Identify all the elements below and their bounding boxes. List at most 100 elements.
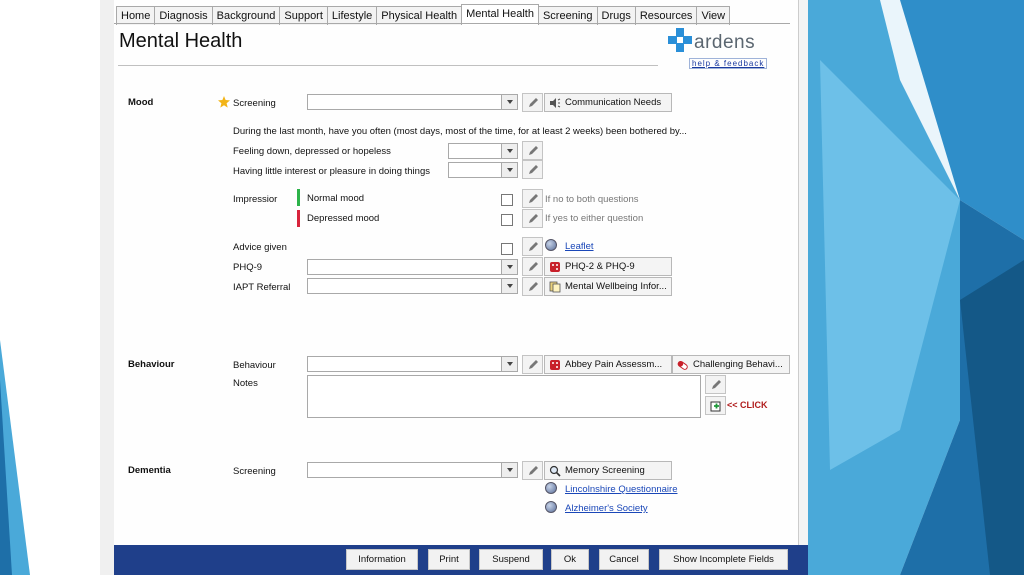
document-add-icon [710,401,720,411]
iapt-referral-label: IAPT Referral [233,282,291,293]
phq-2-and-9-button[interactable]: PHQ-2 & PHQ-9 [544,257,672,276]
mood-screening-label: Screening [233,98,276,109]
pencil-icon [528,213,538,223]
iapt-edit-button[interactable] [522,277,543,296]
pencil-icon [528,164,538,174]
title-divider [118,65,658,66]
pill-icon [677,359,689,371]
cancel-button[interactable]: Cancel [599,549,649,570]
show-incomplete-fields-button[interactable]: Show Incomplete Fields [659,549,788,570]
depressed-mood-checkbox[interactable] [501,214,513,226]
abbey-pain-assessment-button[interactable]: Abbey Pain Assessm... [544,355,672,374]
section-mood: Mood [128,97,154,108]
section-dementia: Dementia [128,465,171,476]
normal-mood-checkbox[interactable] [501,194,513,206]
phq9-label: PHQ-9 [233,262,263,273]
communication-needs-button[interactable]: Communication Needs [544,93,672,112]
chevron-down-icon [501,463,517,477]
help-feedback-link[interactable]: help & feedback [689,58,768,69]
behaviour-dropdown[interactable] [307,356,518,372]
chevron-down-icon [501,279,517,293]
advice-given-checkbox[interactable] [501,243,513,255]
depressed-mood-label: Depressed mood [307,213,380,224]
notes-template-button[interactable] [705,396,726,415]
depressed-mood-color-bar [297,210,300,227]
little-interest-dropdown[interactable] [448,162,518,178]
documents-icon [549,281,561,293]
speaker-icon [549,97,561,109]
normal-mood-edit-button[interactable] [522,189,543,208]
pencil-icon [528,261,538,271]
globe-icon [545,482,557,494]
normal-mood-color-bar [297,189,300,206]
phq9-edit-button[interactable] [522,257,543,276]
challenging-behaviour-button[interactable]: Challenging Behavi... [672,355,790,374]
globe-icon [545,501,557,513]
pencil-icon [528,281,538,291]
ok-button[interactable]: Ok [551,549,589,570]
abbey-pain-label: Abbey Pain Assessm... [565,359,663,370]
dice-icon [549,359,561,371]
pencil-icon [528,145,538,155]
memory-screening-button[interactable]: Memory Screening [544,461,672,480]
dementia-screening-label: Screening [233,466,276,477]
behaviour-label: Behaviour [233,360,276,371]
challenging-behaviour-label: Challenging Behavi... [693,359,783,370]
chevron-down-icon [501,163,517,177]
notes-edit-button[interactable] [705,375,726,394]
chevron-down-icon [501,260,517,274]
pencil-icon [528,97,538,107]
alzheimers-society-link[interactable]: Alzheimer's Society [565,503,648,514]
ardens-cross-icon [668,28,692,52]
globe-icon [545,239,557,251]
dice-icon [549,261,561,273]
ardens-mental-health-window: Home Diagnosis Background Support Lifest… [114,0,808,575]
mental-wellbeing-label: Mental Wellbeing Infor... [565,281,667,292]
dementia-screening-dropdown[interactable] [307,462,518,478]
notes-textarea[interactable] [307,375,701,418]
impression-label: Impressior [233,194,278,205]
magnifier-icon [549,465,561,477]
dementia-edit-button[interactable] [522,461,543,480]
section-behaviour: Behaviour [128,359,175,370]
feeling-down-dropdown[interactable] [448,143,518,159]
behaviour-edit-button[interactable] [522,355,543,374]
pencil-icon [528,193,538,203]
mood-question-text: During the last month, have you often (m… [233,126,687,137]
notes-label: Notes [233,378,258,389]
tab-bar: Home Diagnosis Background Support Lifest… [116,4,731,25]
information-button[interactable]: Information [346,549,418,570]
click-hint: << CLICK [727,400,768,410]
memory-screening-label: Memory Screening [565,465,645,476]
phq9-dropdown[interactable] [307,259,518,275]
tab-mental-health[interactable]: Mental Health [461,4,539,25]
pencil-icon [528,241,538,251]
feeling-down-label: Feeling down, depressed or hopeless [233,146,391,157]
hint-yes-either: If yes to either question [545,213,644,224]
iapt-referral-dropdown[interactable] [307,278,518,294]
feeling-down-edit-button[interactable] [522,141,543,160]
little-interest-edit-button[interactable] [522,160,543,179]
pencil-icon [528,359,538,369]
mental-wellbeing-info-button[interactable]: Mental Wellbeing Infor... [544,277,672,296]
right-scroll-strip[interactable] [798,0,808,545]
hint-no-both: If no to both questions [545,194,639,205]
lincolnshire-questionnaire-link[interactable]: Lincolnshire Questionnaire [565,484,677,495]
leaflet-link[interactable]: Leaflet [565,241,594,252]
phq-button-label: PHQ-2 & PHQ-9 [565,261,635,272]
advice-given-label: Advice given [233,242,287,253]
suspend-button[interactable]: Suspend [479,549,543,570]
star-icon [218,96,230,108]
tab-bar-underline [114,23,790,24]
chevron-down-icon [501,95,517,109]
mood-screening-edit-button[interactable] [522,93,543,112]
pencil-icon [528,465,538,475]
print-button[interactable]: Print [428,549,470,570]
pencil-icon [711,379,721,389]
depressed-mood-edit-button[interactable] [522,209,543,228]
chevron-down-icon [501,357,517,371]
logo-text: ardens [694,32,756,53]
mood-screening-dropdown[interactable] [307,94,518,110]
advice-given-edit-button[interactable] [522,237,543,256]
communication-needs-label: Communication Needs [565,97,662,108]
